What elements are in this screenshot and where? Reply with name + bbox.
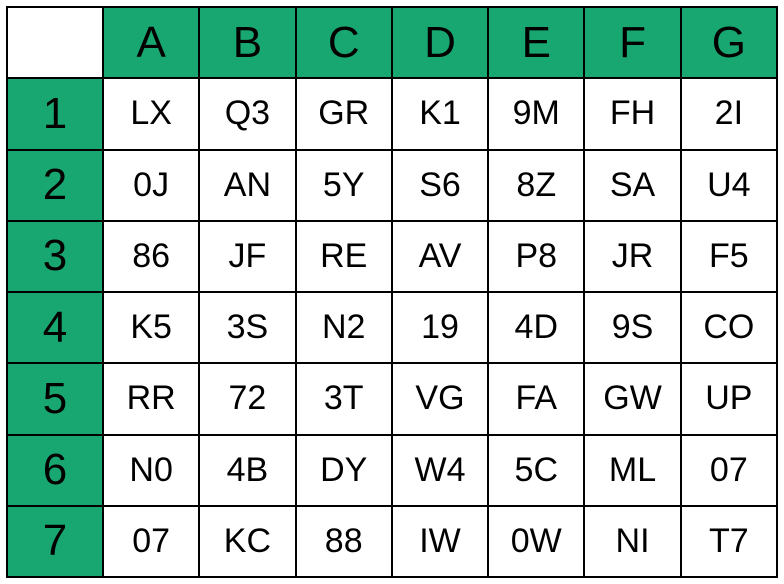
cell-g1: 2I: [681, 78, 777, 149]
col-head-d: D: [392, 7, 488, 78]
cell-e1: 9M: [488, 78, 584, 149]
row-head-3: 3: [7, 221, 103, 292]
cell-f4: 9S: [584, 292, 680, 363]
cell-c5: 3T: [296, 363, 392, 434]
cell-g7: T7: [681, 506, 777, 577]
cell-g2: U4: [681, 150, 777, 221]
cell-g3: F5: [681, 221, 777, 292]
cell-b3: JF: [199, 221, 295, 292]
col-head-e: E: [488, 7, 584, 78]
cell-b4: 3S: [199, 292, 295, 363]
cell-c3: RE: [296, 221, 392, 292]
cell-a1: LX: [103, 78, 199, 149]
cell-d2: S6: [392, 150, 488, 221]
cell-b5: 72: [199, 363, 295, 434]
cell-e6: 5C: [488, 435, 584, 506]
cell-a4: K5: [103, 292, 199, 363]
cell-e7: 0W: [488, 506, 584, 577]
col-head-f: F: [584, 7, 680, 78]
table-row: 5 RR 72 3T VG FA GW UP: [7, 363, 777, 434]
cell-b6: 4B: [199, 435, 295, 506]
col-head-c: C: [296, 7, 392, 78]
table-row: 3 86 JF RE AV P8 JR F5: [7, 221, 777, 292]
cell-c7: 88: [296, 506, 392, 577]
cell-c6: DY: [296, 435, 392, 506]
row-head-2: 2: [7, 150, 103, 221]
table-row: 2 0J AN 5Y S6 8Z SA U4: [7, 150, 777, 221]
cell-d5: VG: [392, 363, 488, 434]
row-head-5: 5: [7, 363, 103, 434]
cell-d3: AV: [392, 221, 488, 292]
row-head-4: 4: [7, 292, 103, 363]
cell-f6: ML: [584, 435, 680, 506]
cell-f2: SA: [584, 150, 680, 221]
cell-f3: JR: [584, 221, 680, 292]
col-head-b: B: [199, 7, 295, 78]
cell-a7: 07: [103, 506, 199, 577]
cell-d7: IW: [392, 506, 488, 577]
cell-g5: UP: [681, 363, 777, 434]
row-head-1: 1: [7, 78, 103, 149]
cell-f5: GW: [584, 363, 680, 434]
grid-container: A B C D E F G 1 LX Q3 GR K1 9M FH 2I 2 0…: [0, 0, 784, 584]
cell-g4: CO: [681, 292, 777, 363]
corner-cell: [7, 7, 103, 78]
cell-d4: 19: [392, 292, 488, 363]
cell-g6: 07: [681, 435, 777, 506]
cell-a3: 86: [103, 221, 199, 292]
cell-e2: 8Z: [488, 150, 584, 221]
table-row: 7 07 KC 88 IW 0W NI T7: [7, 506, 777, 577]
cell-a5: RR: [103, 363, 199, 434]
cell-b7: KC: [199, 506, 295, 577]
cell-e3: P8: [488, 221, 584, 292]
table-row: 6 N0 4B DY W4 5C ML 07: [7, 435, 777, 506]
cell-f1: FH: [584, 78, 680, 149]
cell-a2: 0J: [103, 150, 199, 221]
header-row: A B C D E F G: [7, 7, 777, 78]
cell-c2: 5Y: [296, 150, 392, 221]
cell-c4: N2: [296, 292, 392, 363]
cell-e4: 4D: [488, 292, 584, 363]
table-row: 4 K5 3S N2 19 4D 9S CO: [7, 292, 777, 363]
col-head-g: G: [681, 7, 777, 78]
row-head-6: 6: [7, 435, 103, 506]
col-head-a: A: [103, 7, 199, 78]
cell-f7: NI: [584, 506, 680, 577]
cell-a6: N0: [103, 435, 199, 506]
data-grid: A B C D E F G 1 LX Q3 GR K1 9M FH 2I 2 0…: [6, 6, 778, 578]
row-head-7: 7: [7, 506, 103, 577]
cell-c1: GR: [296, 78, 392, 149]
cell-e5: FA: [488, 363, 584, 434]
cell-b1: Q3: [199, 78, 295, 149]
table-row: 1 LX Q3 GR K1 9M FH 2I: [7, 78, 777, 149]
cell-d6: W4: [392, 435, 488, 506]
cell-b2: AN: [199, 150, 295, 221]
cell-d1: K1: [392, 78, 488, 149]
